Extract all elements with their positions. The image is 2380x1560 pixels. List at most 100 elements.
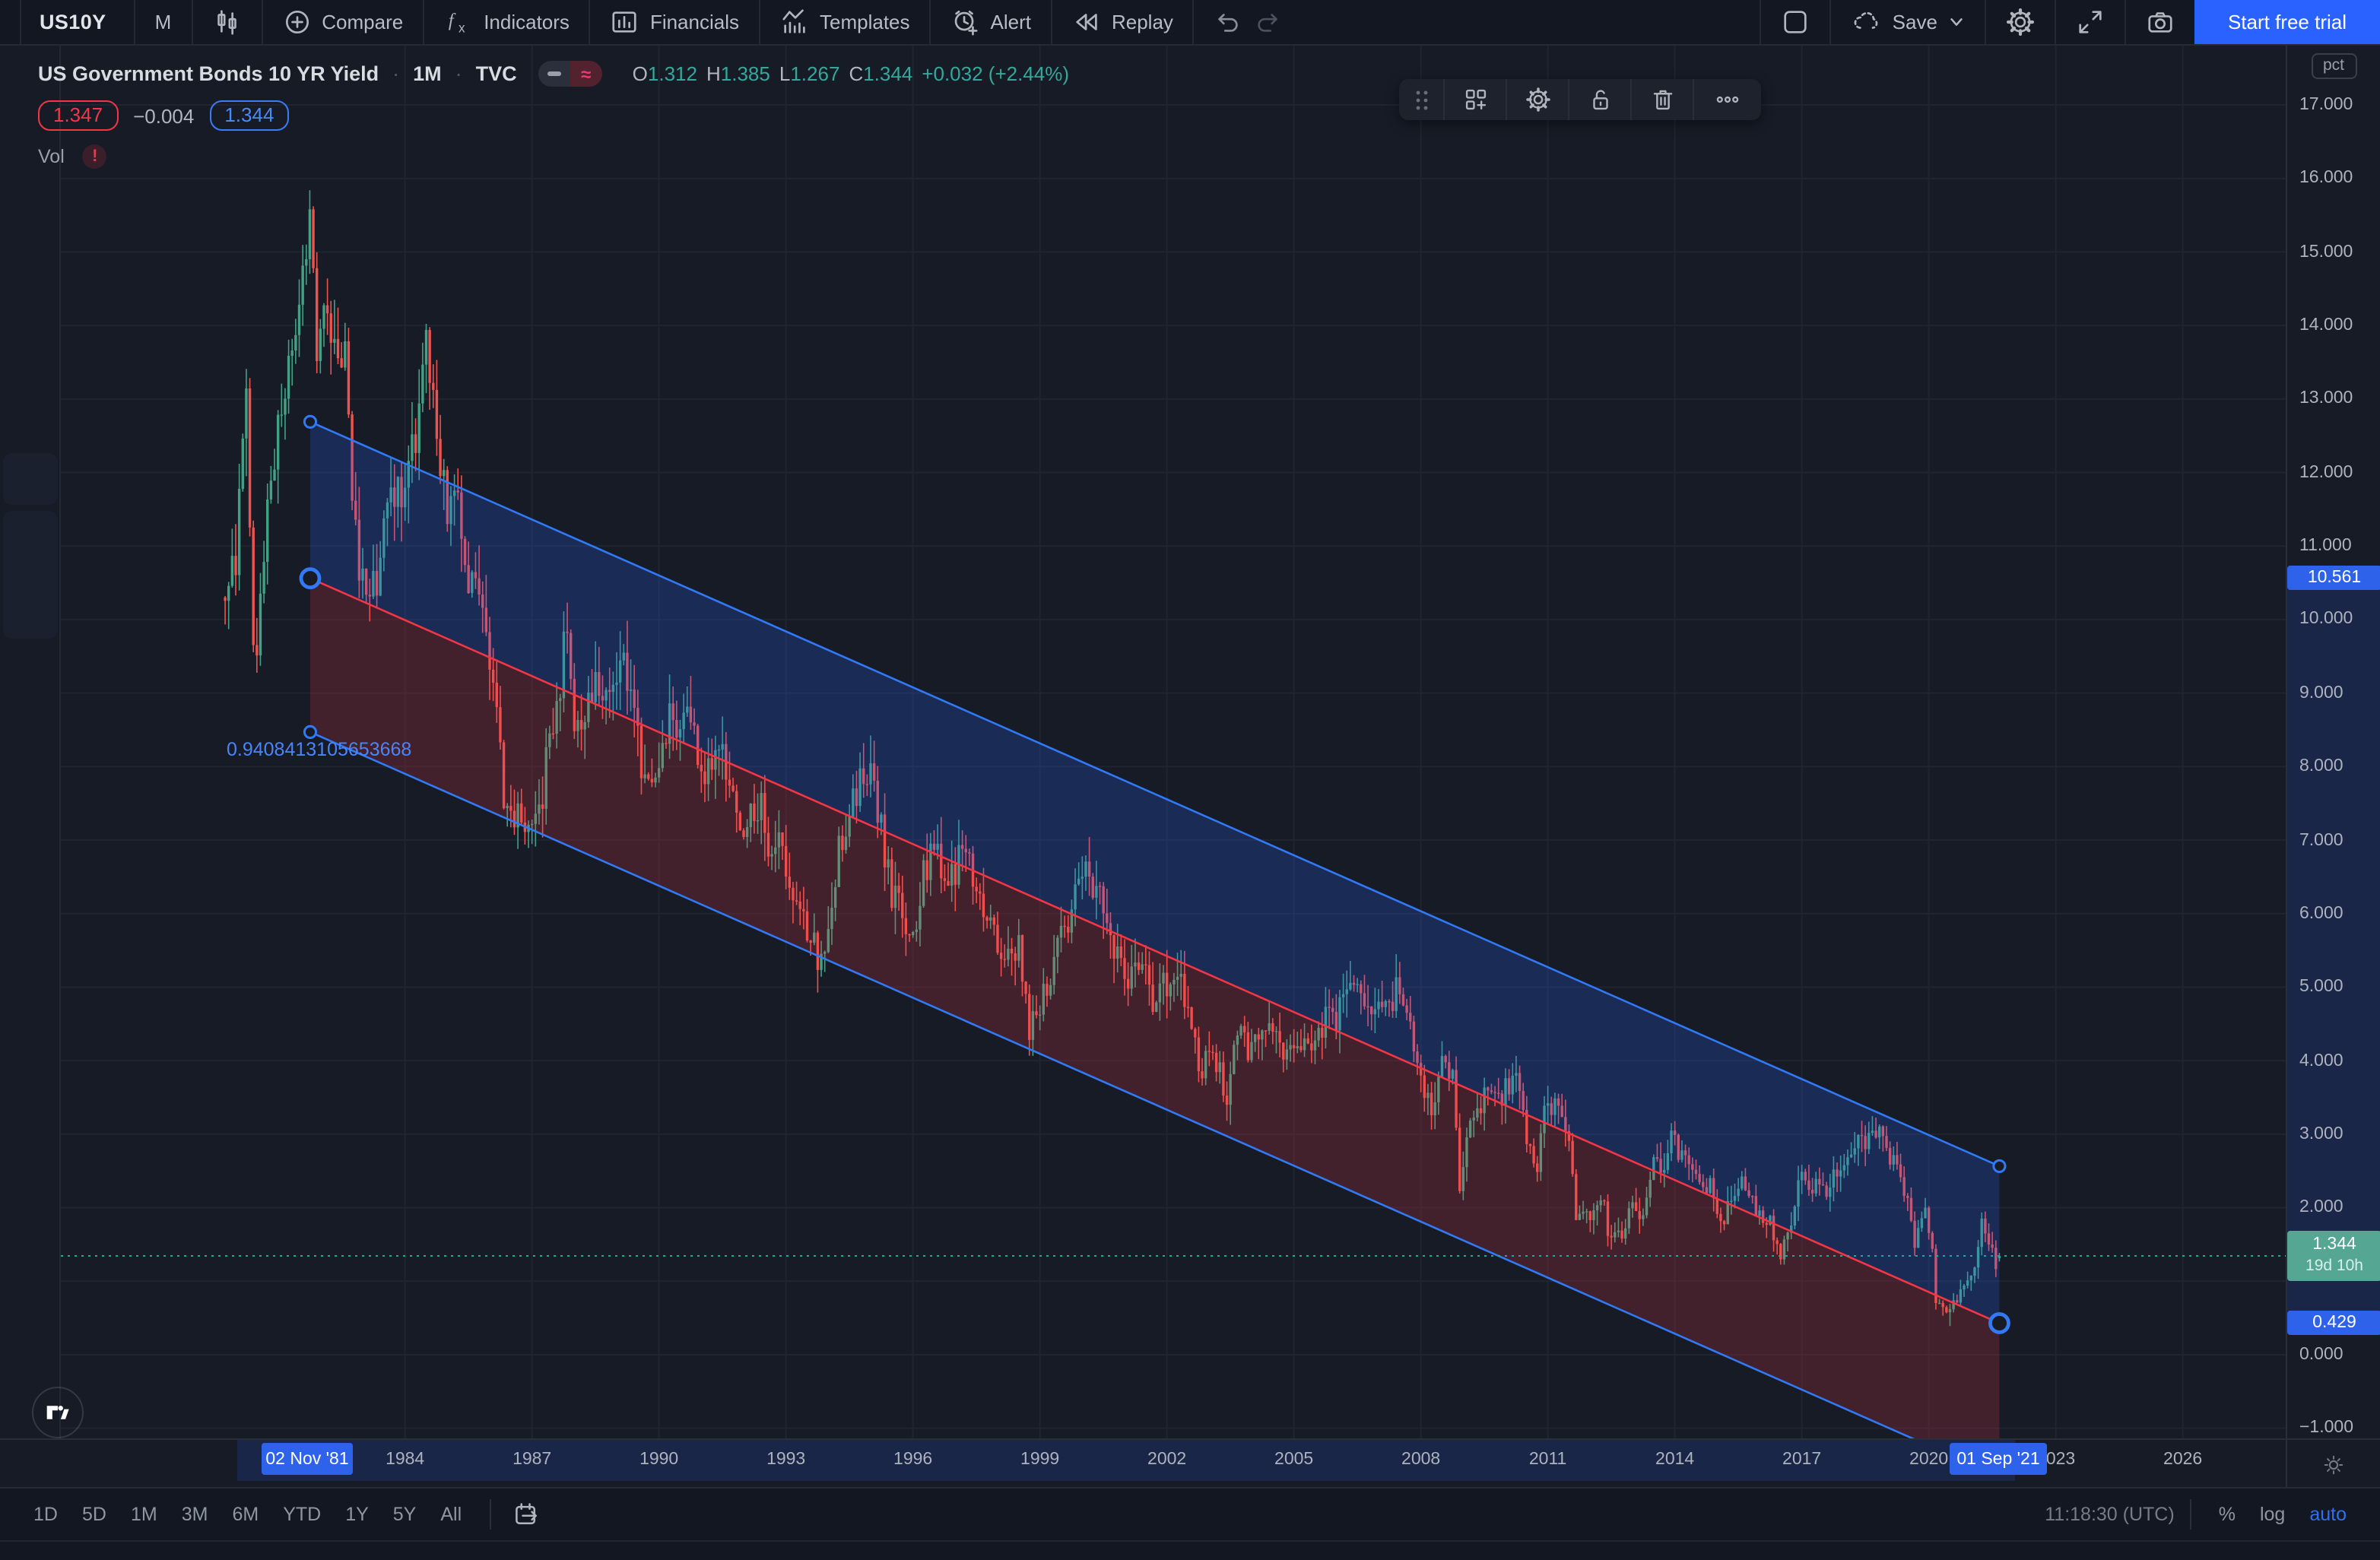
undo-icon[interactable]: [1214, 8, 1243, 36]
sun-icon: [2322, 1453, 2345, 1476]
range-button-5d[interactable]: 5D: [70, 1499, 119, 1530]
price-tick: 5.000: [2299, 978, 2344, 996]
alert-button[interactable]: Alert: [931, 0, 1052, 44]
fullscreen-button[interactable]: [2055, 0, 2125, 44]
toolbar-tab[interactable]: [3, 453, 58, 505]
lock-button[interactable]: [1569, 79, 1632, 120]
compare-button[interactable]: Compare: [262, 0, 424, 44]
range-button-1d[interactable]: 1D: [21, 1499, 70, 1530]
change-value: +0.032 (+2.44%): [922, 62, 1069, 85]
parallel-channel: [310, 422, 1999, 1477]
price-axis[interactable]: pct 17.00016.00015.00014.00013.00012.000…: [2286, 46, 2380, 1438]
volume-label[interactable]: Vol: [38, 146, 65, 167]
svg-text:x: x: [459, 21, 465, 35]
legend-exchange[interactable]: TVC: [476, 62, 517, 85]
axis-unit-button[interactable]: pct: [2311, 53, 2356, 79]
price-tick: 4.000: [2299, 1051, 2344, 1070]
chart-settings-button[interactable]: [1985, 0, 2055, 44]
drawing-anchor-handle: [304, 726, 316, 737]
market-status-pill[interactable]: ≈: [538, 61, 602, 87]
sell-price-box[interactable]: 1.347: [38, 100, 118, 131]
range-button-5y[interactable]: 5Y: [381, 1499, 429, 1530]
channel-start-price-label: 10.561: [2287, 566, 2380, 590]
bar-countdown: 19d 10h: [2287, 1255, 2380, 1276]
candlestick-icon: [212, 8, 241, 36]
legend-interval[interactable]: 1M: [413, 62, 442, 85]
chart-style-button[interactable]: [192, 0, 262, 44]
alert-clock-icon: [951, 8, 980, 36]
price-tick: 11.000: [2299, 537, 2352, 555]
drag-dots-icon: [1411, 87, 1432, 112]
range-button-3m[interactable]: 3M: [170, 1499, 221, 1530]
compare-icon: [282, 8, 311, 36]
time-tick: 2005: [1274, 1451, 1313, 1469]
time-axis[interactable]: 1984198719901993199619992002200520082011…: [0, 1438, 2380, 1487]
range-button-1y[interactable]: 1Y: [333, 1499, 381, 1530]
price-tick: 2.000: [2299, 1199, 2344, 1217]
drawing-settings-button[interactable]: [1507, 79, 1569, 120]
go-to-date-icon[interactable]: [512, 1501, 539, 1528]
price-tick: 14.000: [2299, 316, 2353, 335]
range-button-all[interactable]: All: [428, 1499, 474, 1530]
buy-price-box[interactable]: 1.344: [209, 100, 289, 131]
screenshot-button[interactable]: [2125, 0, 2194, 44]
pill-dash-icon: [538, 61, 570, 87]
templates-button[interactable]: Templates: [760, 0, 931, 44]
log-scale-button[interactable]: log: [2248, 1499, 2297, 1530]
drawing-toolbar-collapsed[interactable]: [0, 46, 61, 1438]
price-tick: 13.000: [2299, 390, 2353, 408]
auto-scale-button[interactable]: auto: [2297, 1499, 2359, 1530]
interval-label: M: [155, 11, 172, 33]
interval-button[interactable]: M: [135, 0, 193, 44]
redo-icon[interactable]: [1254, 8, 1283, 36]
drag-handle[interactable]: [1399, 79, 1445, 120]
indicators-button[interactable]: f x Indicators: [424, 0, 591, 44]
time-tick: 2026: [2163, 1451, 2202, 1469]
ohlc-values: O1.312 H1.385 L1.267 C1.344 +0.032 (+2.4…: [633, 62, 1069, 85]
time-tick: 2020: [1909, 1451, 1948, 1469]
price-tick: 7.000: [2299, 831, 2344, 849]
clock-utc[interactable]: 11:18:30 (UTC): [2045, 1504, 2174, 1525]
range-button-6m[interactable]: 6M: [220, 1499, 271, 1530]
volume-row: Vol !: [38, 144, 1069, 169]
time-tick: 1996: [893, 1451, 932, 1469]
financials-icon: [611, 8, 639, 36]
time-tick: 1990: [639, 1451, 678, 1469]
financials-button[interactable]: Financials: [591, 0, 760, 44]
gear-icon: [2006, 8, 2035, 36]
time-tick: 2002: [1147, 1451, 1186, 1469]
indicators-fx-icon: f x: [444, 8, 473, 36]
bottom-toolbar: 1D5D1M3M6MYTD1Y5YAll 11:18:30 (UTC) % lo…: [0, 1487, 2380, 1540]
tv-logo-icon: [41, 1396, 75, 1429]
symbol-search-button[interactable]: US10Y: [21, 0, 135, 44]
more-options-button[interactable]: [1694, 79, 1761, 120]
price-tick: 12.000: [2299, 464, 2353, 482]
replay-button[interactable]: Replay: [1052, 0, 1195, 44]
separator-dot: ·: [454, 62, 464, 85]
drawing-time-range-highlight: [237, 1440, 2015, 1481]
chart-plot[interactable]: [0, 0, 2380, 1560]
ellipsis-icon: [1714, 87, 1741, 113]
toolbar-tab[interactable]: [3, 511, 58, 639]
symbol-title[interactable]: US Government Bonds 10 YR Yield: [38, 62, 379, 85]
replay-label: Replay: [1112, 11, 1173, 33]
axis-settings-corner[interactable]: [2286, 1440, 2380, 1489]
layout-button[interactable]: [1760, 0, 1830, 44]
start-free-trial-button[interactable]: Start free trial: [2194, 0, 2380, 44]
range-button-1m[interactable]: 1M: [119, 1499, 170, 1530]
volume-warning-icon[interactable]: !: [83, 144, 107, 169]
delete-button[interactable]: [1632, 79, 1694, 120]
chart-legend: US Government Bonds 10 YR Yield · 1M · T…: [38, 61, 1069, 169]
financials-label: Financials: [650, 11, 739, 33]
template-button[interactable]: [1445, 79, 1507, 120]
tradingview-logo[interactable]: [32, 1387, 84, 1438]
percent-scale-button[interactable]: %: [2207, 1499, 2248, 1530]
price-tick: 9.000: [2299, 684, 2344, 702]
price-tick: 17.000: [2299, 96, 2353, 114]
add-template-icon: [1462, 87, 1488, 113]
save-button[interactable]: Save: [1830, 0, 1985, 44]
templates-icon: [780, 8, 809, 36]
divider: [489, 1499, 490, 1530]
top-toolbar: US10Y M Compare f x: [0, 0, 2380, 46]
range-button-ytd[interactable]: YTD: [271, 1499, 333, 1530]
